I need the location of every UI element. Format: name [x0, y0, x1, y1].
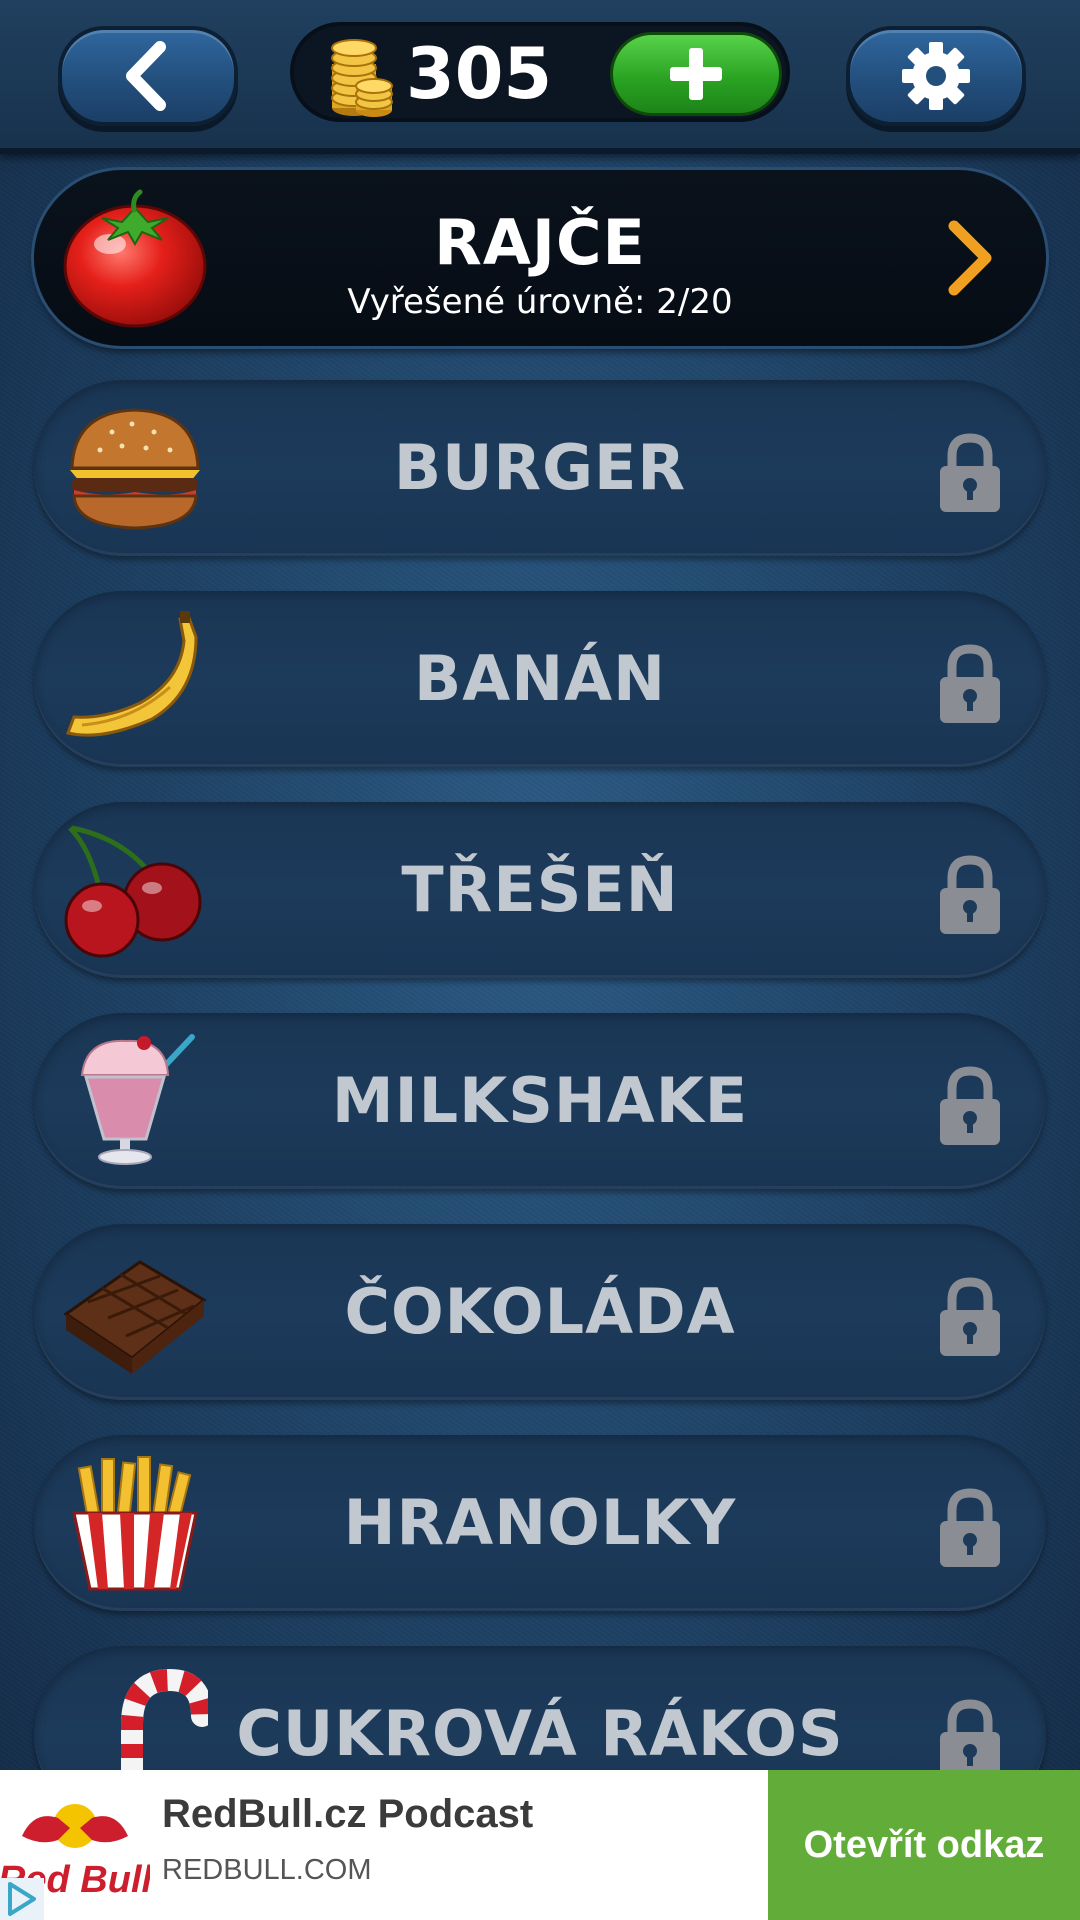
banana-icon [65, 611, 198, 737]
settings-button[interactable] [846, 26, 1026, 126]
back-button[interactable] [58, 26, 238, 126]
list-bottom-clip: CUKROVÁ RÁKOS [0, 1646, 1080, 1770]
candy-cane-icon [121, 1668, 208, 1770]
category-row-burger[interactable]: BURGER [34, 380, 1046, 556]
lock-icon [940, 1699, 1000, 1770]
fries-icon [72, 1456, 198, 1591]
add-coins-button[interactable] [610, 32, 782, 116]
coins-icon [331, 39, 393, 117]
category-name: TŘEŠEŇ [401, 853, 679, 926]
category-row-chocolate[interactable]: ČOKOLÁDA [34, 1224, 1046, 1400]
category-row-cherry[interactable]: TŘEŠEŇ [34, 802, 1046, 978]
category-progress: Vyřešené úrovně: 2/20 [347, 282, 733, 322]
category-row-banana[interactable]: BANÁN [34, 591, 1046, 767]
lock-icon [940, 433, 1000, 512]
ad-open-link-button[interactable]: Otevřít odkaz [768, 1770, 1080, 1920]
lock-icon [940, 855, 1000, 934]
category-row-fries[interactable]: HRANOLKY [34, 1435, 1046, 1611]
cherry-icon [64, 825, 202, 958]
adchoices-icon[interactable] [0, 1878, 44, 1920]
ad-domain: REDBULL.COM [162, 1854, 372, 1886]
gear-icon [902, 42, 970, 110]
category-name: BURGER [393, 431, 687, 504]
burger-icon [70, 408, 200, 530]
lock-icon [940, 1488, 1000, 1567]
category-name: ČOKOLÁDA [344, 1275, 736, 1348]
category-row-milkshake[interactable]: MILKSHAKE [34, 1013, 1046, 1189]
ad-banner[interactable]: Red Bull RedBull.cz Podcast REDBULL.COM … [0, 1770, 1080, 1920]
category-row-candy-cane[interactable]: CUKROVÁ RÁKOS [34, 1646, 1046, 1770]
plus-icon [670, 48, 722, 100]
coin-balance-panel: 305 [290, 22, 790, 122]
chocolate-icon [63, 1260, 207, 1374]
ad-title: RedBull.cz Podcast [162, 1792, 534, 1836]
category-name: RAJČE [434, 206, 646, 279]
lock-icon [940, 644, 1000, 723]
category-row-tomato[interactable]: RAJČE Vyřešené úrovně: 2/20 [34, 170, 1046, 346]
lock-icon [940, 1277, 1000, 1356]
category-name: HRANOLKY [343, 1486, 737, 1559]
coin-count: 305 [406, 33, 553, 115]
category-name: CUKROVÁ RÁKOS [236, 1697, 844, 1770]
milkshake-icon [80, 1034, 195, 1165]
category-name: BANÁN [413, 642, 666, 715]
chevron-right-icon [948, 220, 992, 296]
lock-icon [940, 1066, 1000, 1145]
tomato-icon [63, 189, 207, 328]
chevron-left-icon [126, 41, 166, 111]
category-name: MILKSHAKE [331, 1064, 749, 1137]
top-bar: 305 [0, 0, 1080, 154]
